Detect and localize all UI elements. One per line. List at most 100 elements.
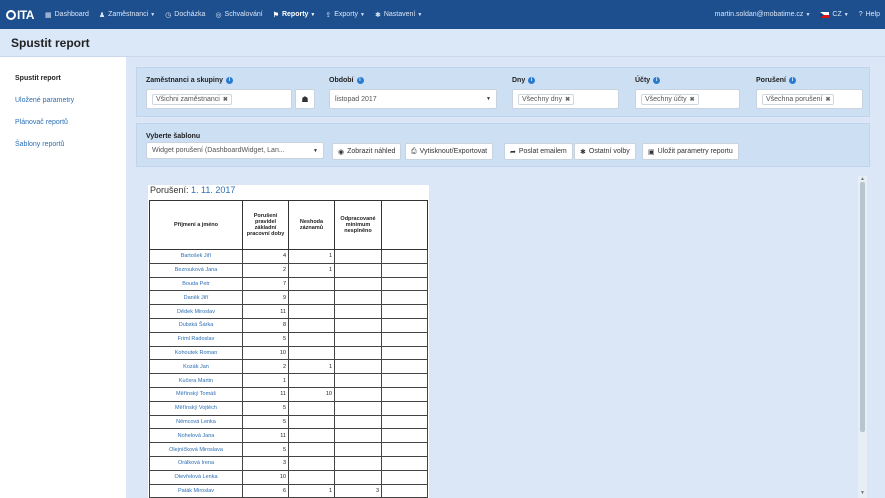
days-field[interactable]: Všechny dny ✖ <box>512 89 619 109</box>
preview-button[interactable]: ◉ Zobrazit náhled <box>332 143 402 160</box>
table-row: Kohoutek Roman 10 <box>149 345 428 361</box>
employee-name-link[interactable]: Kozák Jan <box>149 359 243 375</box>
days-label: Dny i <box>512 77 536 84</box>
employee-name-link[interactable]: Měřínský Tomáš <box>149 386 243 402</box>
cell-empty <box>381 290 428 306</box>
cell-minimum-not-met <box>334 414 382 430</box>
eye-icon: ◉ <box>338 148 345 156</box>
period-select[interactable]: listopad 2017 ▼ <box>329 89 497 109</box>
period-label: Období i <box>329 77 364 84</box>
cell-record-mismatch <box>288 304 335 319</box>
nav-item-label: Nastavení <box>383 11 416 18</box>
scrollbar[interactable]: ▲ ▼ <box>858 176 867 498</box>
cell-minimum-not-met <box>334 373 382 388</box>
cell-minimum-not-met <box>334 304 382 319</box>
cell-minimum-not-met <box>334 249 382 264</box>
remove-tag-icon[interactable]: ✖ <box>223 96 228 103</box>
employee-name-link[interactable]: Friml Radoslav <box>149 331 243 347</box>
info-icon[interactable]: i <box>653 77 661 84</box>
nav-item-label: Exporty <box>334 11 358 18</box>
info-icon[interactable]: i <box>356 77 364 84</box>
employee-name-link[interactable]: Otevřelová Lenka <box>149 469 243 485</box>
report-table: Příjmení a jméno Porušení pravidel zákla… <box>149 200 428 498</box>
employee-name-link[interactable]: Olejníčková Miroslava <box>149 442 243 457</box>
table-row: Otevřelová Lenka 10 <box>149 469 428 485</box>
cell-minimum-not-met <box>334 290 382 306</box>
employee-name-link[interactable]: Daněk Jiří <box>149 290 243 306</box>
remove-tag-icon[interactable]: ✖ <box>825 96 830 103</box>
table-row: Kučera Martin 1 <box>149 373 428 388</box>
nav-item-report[interactable]: ⚑ Reporty ▼ <box>268 0 321 29</box>
print-export-button[interactable]: ⎙ Vytisknout/Exportovat <box>405 143 494 160</box>
nav-item-dashboard[interactable]: ▦ Dashboard <box>40 0 94 29</box>
sidebar-item-report-scheduler[interactable]: Plánovač reportů <box>15 119 68 126</box>
czech-flag-icon <box>820 11 830 18</box>
employee-name-link[interactable]: Kohoutek Roman <box>149 345 243 361</box>
cell-record-mismatch: 1 <box>288 483 335 498</box>
cell-basic-hours: 9 <box>242 290 289 306</box>
other-options-button[interactable]: ✱ Ostatní volby <box>574 143 636 160</box>
employee-name-link[interactable]: Bouda Petr <box>149 276 243 292</box>
cell-record-mismatch: 1 <box>288 249 335 264</box>
employees-field[interactable]: Všichni zaměstnanci ✖ <box>146 89 292 109</box>
col-header-name: Příjmení a jméno <box>149 200 243 250</box>
nav-item-gear[interactable]: ✱ Nastavení ▼ <box>370 0 427 29</box>
main-content: Zaměstnanci a skupiny i Všichni zaměstnan… <box>126 57 885 498</box>
chevron-down-icon: ▼ <box>313 147 318 154</box>
cell-record-mismatch <box>288 414 335 430</box>
table-row: Daněk Jiří 9 <box>149 290 428 306</box>
nav-item-check-circle[interactable]: ◎ Schvalování <box>210 0 267 29</box>
clock-icon: ◷ <box>165 11 172 19</box>
cell-record-mismatch <box>288 276 335 292</box>
employee-name-link[interactable]: Bartošek Jiří <box>149 249 243 264</box>
cell-basic-hours: 2 <box>242 359 289 375</box>
question-icon: ? <box>858 11 863 18</box>
save-parameters-button[interactable]: ▣ Uložit parametry reportu <box>642 143 739 160</box>
employee-name-link[interactable]: Bezrouková Jana <box>149 262 243 278</box>
report-icon: ⚑ <box>272 11 279 19</box>
cell-record-mismatch <box>288 317 335 333</box>
cell-empty <box>381 386 428 402</box>
info-icon[interactable]: i <box>788 77 796 84</box>
language-menu[interactable]: CZ ▼ <box>815 0 853 29</box>
logo[interactable]: ITA <box>0 0 40 29</box>
remove-tag-icon[interactable]: ✖ <box>565 96 570 103</box>
accounts-field[interactable]: Všechny účty ✖ <box>635 89 740 109</box>
remove-tag-icon[interactable]: ✖ <box>690 96 695 103</box>
employee-name-link[interactable]: Dubská Šárka <box>149 317 243 333</box>
nav-item-export[interactable]: ⇪ Exporty ▼ <box>320 0 370 29</box>
cell-minimum-not-met: 3 <box>334 483 382 498</box>
scroll-down-icon[interactable]: ▼ <box>860 490 865 496</box>
cell-basic-hours: 11 <box>242 428 289 444</box>
help-label: Help <box>865 11 880 18</box>
nav-item-user[interactable]: ♟ Zaměstnanci ▼ <box>94 0 160 29</box>
cell-record-mismatch: 1 <box>288 262 335 278</box>
employee-name-link[interactable]: Měřínský Vojtěch <box>149 400 243 416</box>
table-row: Měřínský Tomáš 11 10 <box>149 386 428 402</box>
cell-empty <box>381 400 428 416</box>
chevron-down-icon: ▼ <box>310 11 316 18</box>
sidebar-item-report-templates[interactable]: Šablony reportů <box>15 141 64 148</box>
employee-name-link[interactable]: Němcová Lenka <box>149 414 243 430</box>
cell-record-mismatch <box>288 442 335 457</box>
user-icon: ♟ <box>98 11 106 19</box>
employee-name-link[interactable]: Dědek Miroslav <box>149 304 243 319</box>
info-icon[interactable]: i <box>528 77 536 84</box>
violations-label: Porušení i <box>756 77 796 84</box>
help-link[interactable]: ? Help <box>854 0 885 29</box>
user-menu[interactable]: martin.soldan@mobatime.cz ▼ <box>710 0 816 29</box>
employee-name-link[interactable]: Nohelová Jana <box>149 428 243 444</box>
send-email-button[interactable]: ➦ Poslat emailem <box>504 143 573 160</box>
sidebar-item-saved-parameters[interactable]: Uložené parametry <box>15 97 74 104</box>
nav-item-clock[interactable]: ◷ Docházka <box>160 0 210 29</box>
employee-groups-button[interactable]: ☗ <box>295 89 315 109</box>
info-icon[interactable]: i <box>226 77 234 84</box>
violations-field[interactable]: Všechna porušení ✖ <box>756 89 863 109</box>
employee-name-link[interactable]: Orálková Irena <box>149 455 243 471</box>
template-select[interactable]: Widget porušení (DashboardWidget, Lan...… <box>146 142 324 159</box>
scrollbar-thumb[interactable] <box>860 182 865 432</box>
employee-name-link[interactable]: Paták Miroslav <box>149 483 243 498</box>
cell-record-mismatch <box>288 331 335 347</box>
sidebar-item-run-report[interactable]: Spustit report <box>15 75 61 82</box>
employee-name-link[interactable]: Kučera Martin <box>149 373 243 388</box>
